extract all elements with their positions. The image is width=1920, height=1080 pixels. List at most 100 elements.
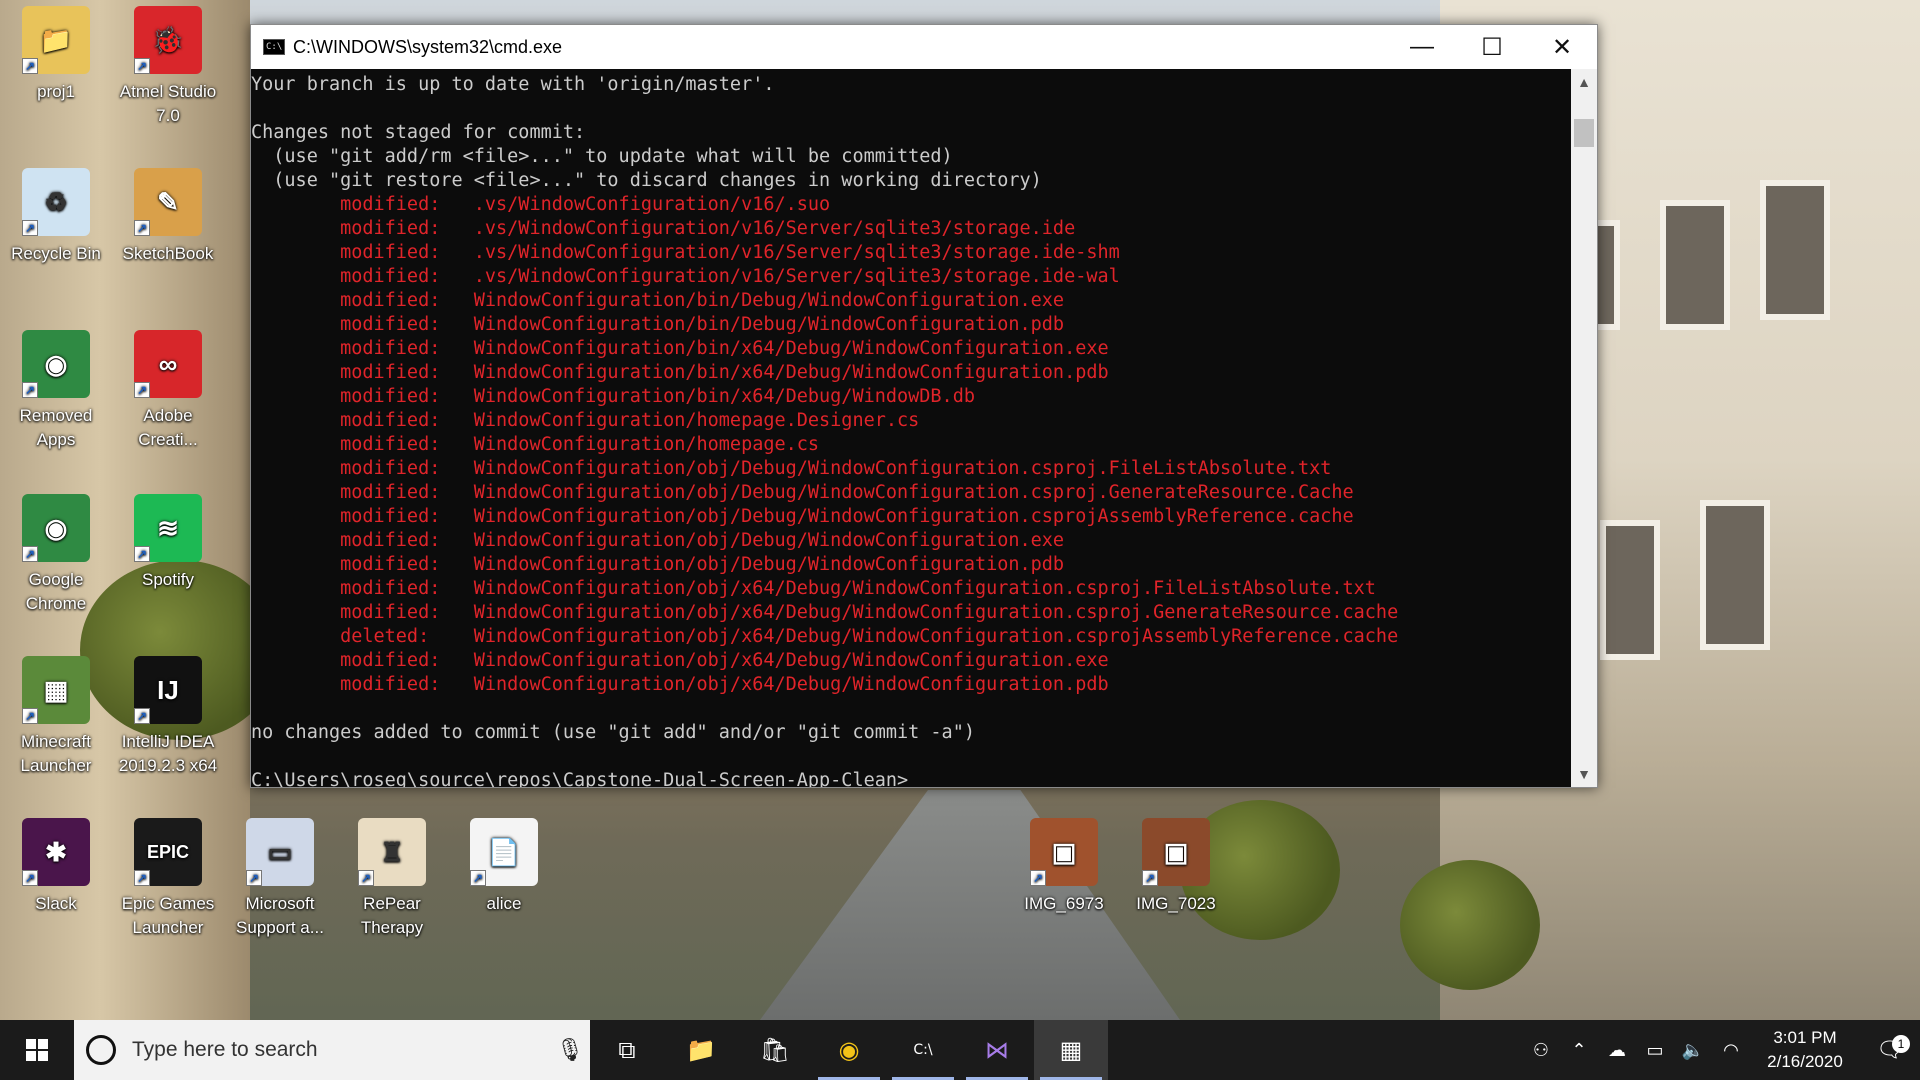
desktop-icon-minecraft-launcher[interactable]: ▦ ↗ Minecraft Launcher [4, 656, 108, 778]
taskbar-file-explorer-button[interactable]: 📁 [664, 1020, 738, 1080]
desktop-icon-label: Removed Apps [19, 406, 93, 449]
desktop-icon-label: IMG_7023 [1136, 894, 1216, 913]
desktop-icon-removed-apps[interactable]: ◉ ↗ Removed Apps [4, 330, 108, 452]
search-placeholder: Type here to search [132, 1038, 318, 1061]
app-icon: ▦ [1059, 1036, 1083, 1064]
taskbar-chrome-button[interactable]: ◉ [812, 1020, 886, 1080]
desktop-icon-repear-therapy[interactable]: ♜ ↗ RePear Therapy [340, 818, 444, 940]
clock-date: 2/16/2020 [1767, 1052, 1843, 1071]
scroll-down-arrow-icon[interactable]: ▼ [1571, 761, 1597, 787]
desktop-icon-microsoft-support-a[interactable]: ▭ ↗ Microsoft Support a... [228, 818, 332, 940]
desktop-icon-label: Slack [35, 894, 77, 913]
taskbar-search-box[interactable]: Type here to search 🎙 [74, 1020, 590, 1080]
intellij-icon: IJ ↗ [134, 656, 202, 724]
ms-support-icon: ▭ ↗ [246, 818, 314, 886]
maximize-button[interactable]: ☐ [1457, 25, 1527, 69]
console-line: modified: WindowConfiguration/obj/x64/De… [251, 650, 1109, 671]
console-output[interactable]: Your branch is up to date with 'origin/m… [251, 69, 1571, 787]
console-line: (use "git restore <file>..." to discard … [251, 170, 1042, 191]
taskbar-app-button[interactable]: ▦ [1034, 1020, 1108, 1080]
desktop-icon-label: Minecraft Launcher [20, 732, 92, 775]
desktop-icon-slack[interactable]: ✱ ↗ Slack [4, 818, 108, 916]
desktop-icon-label: Google Chrome [25, 570, 87, 613]
desktop-icon-img-7023[interactable]: ▣ ↗ IMG_7023 [1124, 818, 1228, 916]
taskbar-command-prompt-button[interactable]: C:\ [886, 1020, 960, 1080]
shortcut-arrow-icon: ↗ [470, 870, 486, 886]
shortcut-arrow-icon: ↗ [134, 546, 150, 562]
desktop-icon-label: IntelliJ IDEA 2019.2.3 x64 [118, 732, 218, 775]
taskbar-apps: ⧉ 📁 🛍 ◉ C:\ ⋈ ▦ [590, 1020, 1108, 1080]
start-button[interactable] [0, 1020, 74, 1080]
minecraft-icon: ▦ ↗ [22, 656, 90, 724]
console-line: modified: WindowConfiguration/obj/Debug/… [251, 554, 1065, 575]
console-line: C:\Users\roseg\source\repos\Capstone-Dua… [251, 770, 909, 787]
desktop-icon-atmel-studio-7-0[interactable]: 🐞 ↗ Atmel Studio 7.0 [116, 6, 220, 128]
desktop-icon-recycle-bin[interactable]: ♻ ↗ Recycle Bin [4, 168, 108, 266]
vertical-scrollbar[interactable]: ▲ ▼ [1571, 69, 1597, 787]
console-line: modified: WindowConfiguration/bin/x64/De… [251, 362, 1109, 383]
scroll-up-arrow-icon[interactable]: ▲ [1571, 69, 1597, 95]
cmd-body[interactable]: Your branch is up to date with 'origin/m… [251, 69, 1597, 787]
photo-icon: ▣ ↗ [1142, 818, 1210, 886]
cmd-app-icon: C:\ [263, 39, 285, 55]
taskbar-task-view-button[interactable]: ⧉ [590, 1020, 664, 1080]
console-line: modified: WindowConfiguration/obj/x64/De… [251, 578, 1376, 599]
wallpaper-window [1600, 520, 1660, 660]
close-button[interactable]: ✕ [1527, 25, 1597, 69]
cmd-titlebar[interactable]: C:\ C:\WINDOWS\system32\cmd.exe — ☐ ✕ [251, 25, 1597, 69]
chrome-icon: ◉ ↗ [22, 330, 90, 398]
cortana-icon [86, 1035, 116, 1065]
console-line: modified: .vs/WindowConfiguration/v16/Se… [251, 218, 1076, 239]
shortcut-arrow-icon: ↗ [134, 870, 150, 886]
console-line: modified: WindowConfiguration/homepage.c… [251, 434, 820, 455]
battery-icon[interactable]: ▭ [1636, 1040, 1674, 1061]
shortcut-arrow-icon: ↗ [22, 382, 38, 398]
slack-icon: ✱ ↗ [22, 818, 90, 886]
desktop-icon-adobe-creati[interactable]: ∞ ↗ Adobe Creati... [116, 330, 220, 452]
microphone-icon[interactable]: 🎙 [550, 1037, 590, 1063]
windows-logo-icon [26, 1039, 48, 1061]
chrome-icon: ◉ ↗ [22, 494, 90, 562]
minimize-button[interactable]: — [1387, 25, 1457, 69]
desktop-icon-label: Adobe Creati... [138, 406, 198, 449]
desktop-icon-spotify[interactable]: ≋ ↗ Spotify [116, 494, 220, 592]
wifi-icon[interactable]: ◠ [1712, 1040, 1750, 1061]
desktop-icon-epic-games-launcher[interactable]: EPIC ↗ Epic Games Launcher [116, 818, 220, 940]
action-center-button[interactable]: 🗨 1 [1860, 1035, 1920, 1063]
console-line: (use "git add/rm <file>..." to update wh… [251, 146, 953, 167]
shortcut-arrow-icon: ↗ [134, 382, 150, 398]
people-icon[interactable]: ⚇ [1522, 1040, 1560, 1061]
desktop-icon-label: IMG_6973 [1024, 894, 1104, 913]
desktop-icon-sketchbook[interactable]: ✎ ↗ SketchBook [116, 168, 220, 266]
wallpaper-window [1660, 200, 1730, 330]
console-line: deleted: WindowConfiguration/obj/x64/Deb… [251, 626, 1399, 647]
recycle-bin-icon: ♻ ↗ [22, 168, 90, 236]
taskbar-visual-studio-button[interactable]: ⋈ [960, 1020, 1034, 1080]
desktop-icon-google-chrome[interactable]: ◉ ↗ Google Chrome [4, 494, 108, 616]
console-line: modified: WindowConfiguration/obj/Debug/… [251, 482, 1354, 503]
scrollbar-thumb[interactable] [1574, 119, 1594, 147]
console-line: modified: .vs/WindowConfiguration/v16/Se… [251, 242, 1120, 263]
cmd-window[interactable]: C:\ C:\WINDOWS\system32\cmd.exe — ☐ ✕ Yo… [250, 24, 1598, 788]
onedrive-icon[interactable]: ☁ [1598, 1040, 1636, 1061]
clock[interactable]: 3:01 PM 2/16/2020 [1750, 1026, 1860, 1074]
chrome-icon: ◉ [838, 1036, 860, 1064]
desktop-icon-alice[interactable]: 📄 ↗ alice [452, 818, 556, 916]
adobe-cc-icon: ∞ ↗ [134, 330, 202, 398]
console-line: modified: WindowConfiguration/bin/Debug/… [251, 314, 1065, 335]
console-line: modified: WindowConfiguration/obj/Debug/… [251, 506, 1354, 527]
desktop-icon-label: RePear Therapy [360, 894, 424, 937]
console-line: Your branch is up to date with 'origin/m… [251, 74, 775, 95]
show-hidden-icons-icon[interactable]: ⌃ [1560, 1040, 1598, 1061]
console-line: modified: WindowConfiguration/obj/Debug/… [251, 530, 1065, 551]
desktop-icon-img-6973[interactable]: ▣ ↗ IMG_6973 [1012, 818, 1116, 916]
desktop-icon-intellij-idea-2019-2-3-x64[interactable]: IJ ↗ IntelliJ IDEA 2019.2.3 x64 [116, 656, 220, 778]
volume-icon[interactable]: 🔈 [1674, 1040, 1712, 1061]
shortcut-arrow-icon: ↗ [22, 870, 38, 886]
console-line: no changes added to commit (use "git add… [251, 722, 975, 743]
desktop-icon-proj1[interactable]: 📁 ↗ proj1 [4, 6, 108, 104]
shortcut-arrow-icon: ↗ [22, 58, 38, 74]
taskbar-microsoft-store-button[interactable]: 🛍 [738, 1020, 812, 1080]
